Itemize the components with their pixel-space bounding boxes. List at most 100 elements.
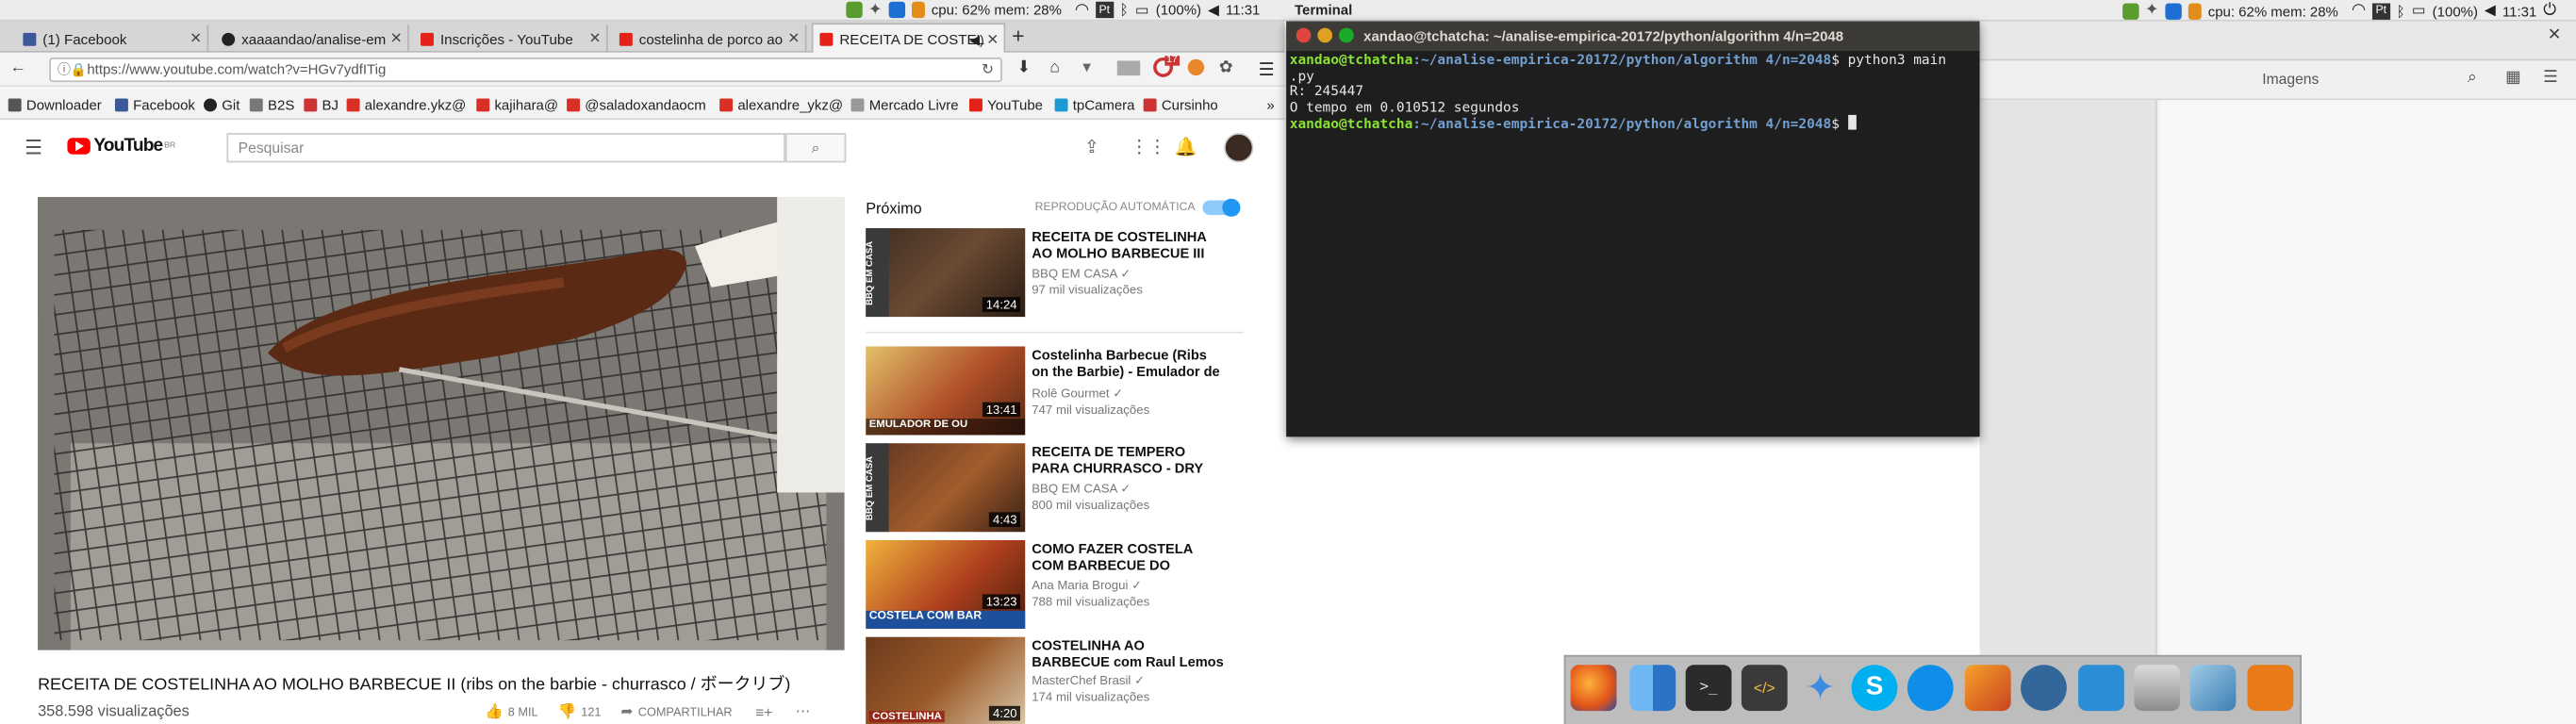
- tab-github[interactable]: xaaaandao/analise-em ✕: [215, 25, 409, 53]
- add-to-playlist-icon[interactable]: ≡+: [755, 703, 772, 719]
- related-thumbnail[interactable]: COSTELINHA 4:20: [866, 636, 1026, 724]
- network-app-icon[interactable]: [2247, 665, 2294, 712]
- share-button[interactable]: COMPARTILHAR: [638, 704, 733, 719]
- firefox-icon[interactable]: [1570, 665, 1617, 712]
- terminal-window[interactable]: xandao@tchatcha: ~/analise-empirica-2017…: [1286, 21, 1980, 437]
- bookmark-gmail-3[interactable]: @saladoxandaocm: [567, 97, 706, 113]
- maximize-icon[interactable]: [1339, 27, 1354, 43]
- related-title[interactable]: RECEITA DE TEMPERO PARA CHURRASCO - DRY …: [1032, 445, 1226, 476]
- bookmark-mercado-livre[interactable]: Mercado Livre: [850, 97, 959, 113]
- grid-view-icon[interactable]: ▦: [2505, 69, 2520, 87]
- bookmark-downloader[interactable]: Downloader: [8, 97, 102, 113]
- like-count[interactable]: 8 MIL: [508, 704, 538, 719]
- dropbox-icon[interactable]: ✦: [868, 0, 883, 21]
- download-icon[interactable]: ⬇: [1017, 59, 1032, 77]
- virtualbox-icon[interactable]: [2189, 665, 2237, 712]
- battery-icon[interactable]: ▭: [1135, 0, 1149, 21]
- close-icon[interactable]: ✕: [390, 29, 403, 47]
- sync-icon[interactable]: [2122, 0, 2138, 22]
- teamviewer-icon[interactable]: [2165, 0, 2182, 22]
- share-icon[interactable]: ➦: [620, 702, 633, 720]
- close-icon[interactable]: ✕: [787, 29, 800, 47]
- teamviewer-icon[interactable]: [1907, 665, 1954, 712]
- new-tab-button[interactable]: +: [1012, 23, 1024, 47]
- search-icon[interactable]: ⌕: [2468, 69, 2477, 87]
- matlab-icon[interactable]: [1964, 665, 2011, 712]
- home-icon[interactable]: ⌂: [1049, 59, 1060, 77]
- related-channel[interactable]: BBQ EM CASA ✓: [1032, 481, 1131, 496]
- tab-facebook[interactable]: (1) Facebook ✕: [16, 25, 209, 53]
- active-app-name[interactable]: Terminal: [1295, 0, 1352, 21]
- battery-percent[interactable]: (100%): [2433, 0, 2478, 22]
- clock[interactable]: 11:31: [1226, 0, 1260, 21]
- extension-icon[interactable]: [1187, 58, 1205, 76]
- dropbox-icon[interactable]: ✦: [2145, 0, 2159, 22]
- mysql-workbench-icon[interactable]: [2078, 665, 2124, 712]
- video-player[interactable]: [38, 196, 845, 650]
- related-channel[interactable]: BBQ EM CASA ✓: [1032, 266, 1131, 281]
- dislike-icon[interactable]: 👎: [557, 702, 576, 720]
- bookmarks-overflow[interactable]: »: [1266, 97, 1274, 113]
- volume-icon[interactable]: ◀: [2485, 0, 2496, 22]
- bookmark-git[interactable]: Git: [204, 97, 239, 113]
- tab-active-video[interactable]: RECEITA DE COSTEL ◀) ✕: [811, 23, 1006, 55]
- volume-icon[interactable]: ◀: [1208, 0, 1219, 21]
- bookmark-youtube[interactable]: YouTube: [968, 97, 1043, 113]
- screenshot-icon[interactable]: [1116, 60, 1141, 76]
- dislike-count[interactable]: 121: [581, 704, 601, 719]
- tab-youtube-search[interactable]: costelinha de porco ao ✕: [613, 25, 807, 53]
- related-thumbnail[interactable]: BBQ EM CASA 4:43: [866, 443, 1026, 533]
- search-button[interactable]: ⌕: [784, 133, 847, 163]
- extension-icon[interactable]: ✿: [1219, 59, 1233, 77]
- related-title[interactable]: COSTELINHA AO BARBECUE com Raul Lemos | …: [1032, 638, 1226, 669]
- bluetooth-icon[interactable]: ᛒ: [2396, 0, 2404, 22]
- keyboard-layout-icon[interactable]: Pt: [1096, 1, 1114, 19]
- bookmark-gmail-1[interactable]: alexandre.ykz@: [346, 97, 466, 113]
- related-thumbnail[interactable]: COSTELA COM BAR 13:23: [866, 539, 1026, 629]
- related-thumbnail[interactable]: BBQ EM CASA 14:24: [866, 228, 1026, 318]
- youtube-logo[interactable]: YouTube BR: [67, 137, 175, 156]
- bluetooth-icon[interactable]: ᛒ: [1120, 0, 1129, 21]
- finder-icon[interactable]: [1629, 665, 1676, 712]
- more-icon[interactable]: ⋯: [796, 702, 811, 720]
- wifi-icon[interactable]: ◠: [2352, 0, 2366, 22]
- close-icon[interactable]: ✕: [986, 30, 999, 48]
- menu-icon[interactable]: ☰: [1259, 59, 1275, 80]
- like-icon[interactable]: 👍: [485, 702, 504, 720]
- close-icon[interactable]: ✕: [589, 29, 602, 47]
- url-field[interactable]: ⓘ 🔒 https://www.youtube.com/watch?v=HGv7…: [49, 57, 1002, 83]
- bookmark-cursinho[interactable]: Cursinho: [1143, 97, 1218, 113]
- file-manager-icon[interactable]: [2134, 665, 2181, 712]
- hamburger-menu-icon[interactable]: ☰: [25, 137, 42, 159]
- back-icon[interactable]: ←: [9, 59, 25, 77]
- close-icon[interactable]: [1296, 27, 1312, 43]
- related-title[interactable]: RECEITA DE COSTELINHA AO MOLHO BARBECUE …: [1032, 230, 1226, 261]
- bookmark-gmail-2[interactable]: kajihara@: [476, 97, 558, 113]
- sync-icon[interactable]: [845, 0, 862, 21]
- cpu-mem-indicator[interactable]: cpu: 62% mem: 28%: [932, 0, 1062, 21]
- related-title[interactable]: Costelinha Barbecue (Ribs on the Barbie)…: [1032, 348, 1226, 379]
- bookmark-tpcamera[interactable]: tpCamera: [1054, 97, 1134, 113]
- related-channel[interactable]: Ana Maria Brogui ✓: [1032, 578, 1142, 593]
- apps-icon[interactable]: ⋮⋮: [1131, 137, 1166, 157]
- indicator-cpu-icon[interactable]: [2188, 0, 2202, 22]
- minimize-icon[interactable]: [1317, 27, 1333, 43]
- speaker-icon[interactable]: ◀): [969, 32, 983, 47]
- terminal-icon[interactable]: >_: [1685, 665, 1732, 712]
- close-icon[interactable]: ✕: [190, 29, 202, 47]
- battery-percent[interactable]: (100%): [1156, 0, 1201, 21]
- postgresql-icon[interactable]: [2021, 665, 2067, 712]
- code-editor-icon[interactable]: </>: [1741, 665, 1788, 712]
- bookmark-facebook[interactable]: Facebook: [114, 97, 195, 113]
- autoplay-toggle[interactable]: [1202, 198, 1241, 217]
- bookmark-b2s[interactable]: B2S: [249, 97, 294, 113]
- clock[interactable]: 11:31: [2502, 0, 2536, 22]
- power-icon[interactable]: ⏻: [2543, 0, 2556, 22]
- keyboard-layout-icon[interactable]: Pt: [2372, 2, 2390, 20]
- related-channel[interactable]: Rolê Gourmet ✓: [1032, 386, 1123, 401]
- upload-icon[interactable]: ⇪: [1084, 137, 1099, 157]
- pocket-icon[interactable]: ▾: [1082, 59, 1091, 77]
- terminal-output[interactable]: xandao@tchatcha:~/analise-empirica-20172…: [1286, 50, 1980, 437]
- wifi-icon[interactable]: ◠: [1075, 0, 1089, 21]
- info-icon[interactable]: ⓘ: [58, 59, 71, 81]
